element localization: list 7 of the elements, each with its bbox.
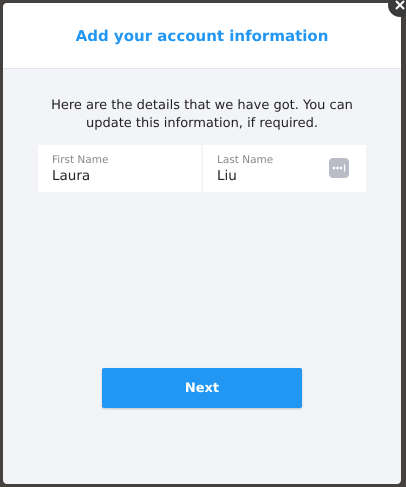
input-field[interactable]: Liu [217, 168, 317, 184]
field-label: Last Name [217, 154, 274, 166]
field-label: First Name [52, 154, 110, 166]
intro-text: Here are the details that we have got. You can update this information, if required. [50, 97, 354, 133]
close-icon [395, 0, 405, 10]
dialog-title: Add your account information [76, 26, 328, 44]
input-field[interactable]: Laura [52, 168, 152, 184]
